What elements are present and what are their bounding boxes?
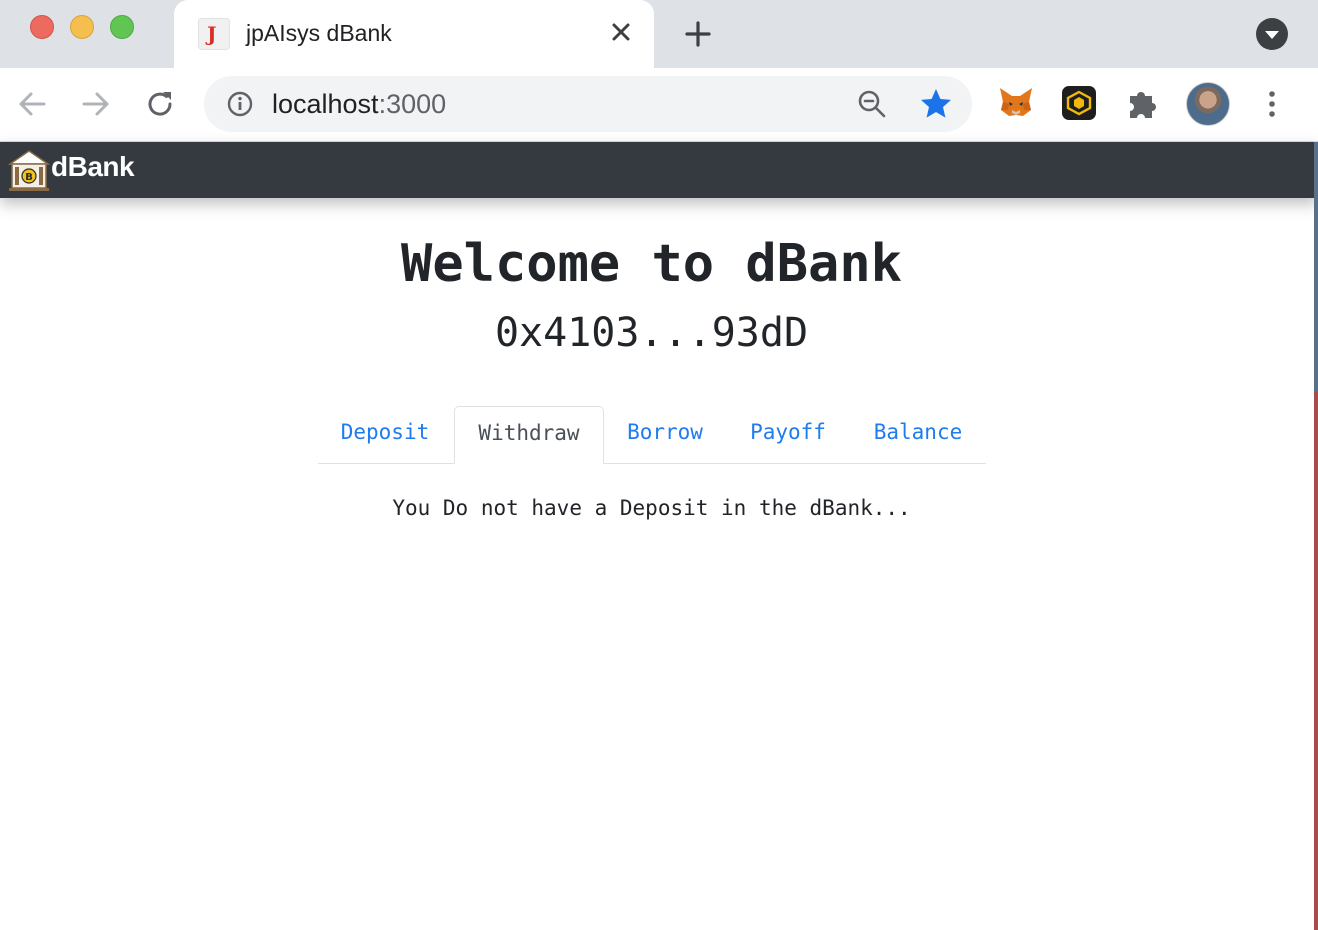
action-tabs: Deposit Withdraw Borrow Payoff Balance <box>318 406 986 464</box>
bookmark-star-icon[interactable] <box>918 86 954 122</box>
window-edge-top <box>1314 142 1318 392</box>
close-window-button[interactable] <box>30 15 54 39</box>
minimize-window-button[interactable] <box>70 15 94 39</box>
binance-wallet-icon[interactable] <box>1062 86 1096 120</box>
puzzle-piece-icon[interactable] <box>1126 86 1160 120</box>
tab-borrow[interactable]: Borrow <box>608 406 722 463</box>
tab-withdraw[interactable]: Withdraw <box>454 406 604 464</box>
address-bar[interactable]: localhost:3000 <box>204 76 972 132</box>
profile-avatar[interactable] <box>1186 82 1230 126</box>
tab-title: jpAIsys dBank <box>246 20 392 46</box>
no-deposit-message: You Do not have a Deposit in the dBank..… <box>392 496 911 520</box>
browser-tab-active[interactable]: J jpAIsys dBank <box>174 0 654 68</box>
back-arrow-icon[interactable] <box>14 86 50 122</box>
reload-icon[interactable] <box>142 86 178 122</box>
new-tab-icon[interactable] <box>680 16 716 52</box>
tab-deposit[interactable]: Deposit <box>318 406 452 463</box>
site-info-icon[interactable] <box>226 90 254 118</box>
browser-toolbar: localhost:3000 <box>0 68 1318 142</box>
window-edge <box>1314 392 1318 930</box>
welcome-heading: Welcome to dBank <box>401 234 902 294</box>
maximize-window-button[interactable] <box>110 15 134 39</box>
svg-text:B: B <box>25 172 33 183</box>
more-menu-icon[interactable] <box>1256 88 1288 120</box>
metamask-fox-icon[interactable] <box>996 82 1036 122</box>
forward-arrow-icon[interactable] <box>78 86 114 122</box>
browser-tab-strip: J jpAIsys dBank <box>0 0 1318 68</box>
account-address: 0x4103...93dD <box>494 310 809 356</box>
tab-balance[interactable]: Balance <box>856 406 980 463</box>
close-tab-icon[interactable] <box>606 17 636 47</box>
url-text[interactable]: localhost:3000 <box>272 89 446 120</box>
tab-payoff[interactable]: Payoff <box>734 406 842 463</box>
app-navbar: B dBank <box>0 142 1318 198</box>
bank-logo-icon[interactable]: B <box>8 148 50 192</box>
tab-search-icon[interactable] <box>1256 18 1288 50</box>
favicon-icon: J <box>198 18 230 50</box>
brand-name[interactable]: dBank <box>51 151 135 183</box>
zoom-out-icon[interactable] <box>856 88 888 120</box>
